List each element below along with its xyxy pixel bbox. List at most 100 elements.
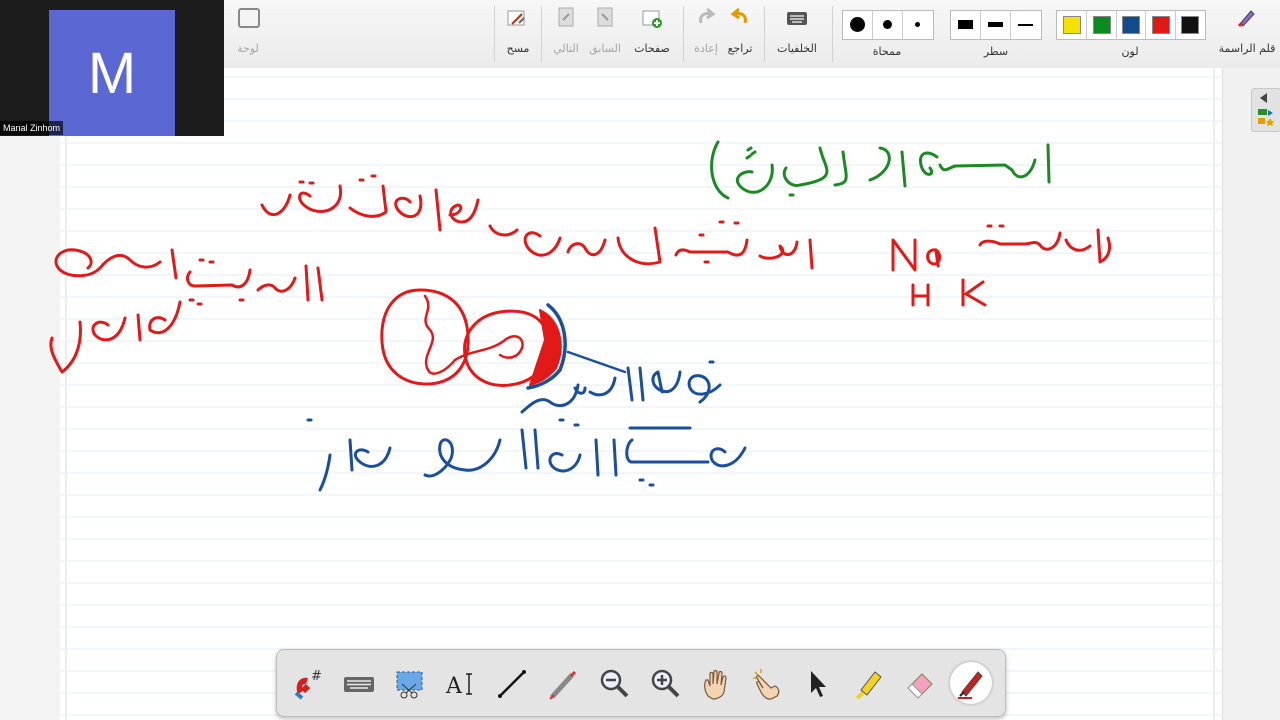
eraser-size-group bbox=[842, 10, 934, 40]
text-tool-icon: A bbox=[445, 673, 472, 699]
participant-name: Manal Zinhom bbox=[0, 121, 64, 135]
line-size-medium[interactable] bbox=[981, 11, 1011, 39]
color-swatch[interactable] bbox=[1057, 11, 1087, 39]
color-chip bbox=[1122, 16, 1141, 34]
whiteboard-page[interactable] bbox=[60, 68, 1222, 720]
pen-label: قلم الراسمة bbox=[1218, 42, 1276, 55]
redo-icon bbox=[699, 7, 716, 24]
side-panel bbox=[1222, 68, 1280, 720]
laser-pointer-button[interactable] bbox=[545, 666, 581, 702]
line-tool-icon bbox=[498, 670, 526, 698]
avatar-initial: M bbox=[87, 40, 137, 106]
backgrounds-label: الخلفيات bbox=[777, 42, 817, 55]
dot-medium-icon bbox=[883, 20, 892, 29]
zoom-in-button[interactable] bbox=[647, 666, 683, 702]
hand-icon bbox=[704, 669, 727, 700]
magnet-grid-button[interactable]: # bbox=[290, 666, 326, 702]
clear-page-icon bbox=[507, 10, 525, 26]
pointing-finger-icon bbox=[753, 669, 780, 700]
clear-label: مسح bbox=[506, 42, 530, 55]
prev-page-button[interactable]: السابق bbox=[587, 0, 623, 68]
line-thin-icon bbox=[1018, 24, 1033, 26]
dot-small-icon bbox=[915, 22, 920, 27]
toolbar-divider bbox=[494, 6, 495, 62]
highlighter-icon bbox=[855, 671, 882, 700]
laser-pointer-icon bbox=[549, 670, 577, 700]
color-chip bbox=[1092, 16, 1111, 34]
board-label: لوحة bbox=[237, 42, 259, 55]
text-tool-button[interactable]: A bbox=[443, 666, 479, 702]
backgrounds-button[interactable]: الخلفيات bbox=[770, 0, 824, 68]
media-shapes-icon bbox=[1258, 109, 1275, 127]
redo-label: إعادة bbox=[694, 42, 718, 55]
color-swatch[interactable] bbox=[1175, 11, 1204, 39]
pen-icon bbox=[958, 671, 983, 699]
undo-button[interactable]: تراجع bbox=[722, 0, 758, 68]
screen-capture-icon bbox=[396, 671, 423, 699]
next-page-label: التالي bbox=[553, 42, 579, 55]
eraser-size-medium[interactable] bbox=[873, 11, 903, 39]
line-size-group bbox=[950, 10, 1042, 40]
toolbar-divider bbox=[541, 6, 542, 62]
board-button[interactable]: لوحة bbox=[228, 0, 268, 68]
color-chip bbox=[1181, 16, 1200, 34]
svg-text:A: A bbox=[445, 674, 463, 699]
toolbar-divider bbox=[683, 6, 684, 62]
redo-button[interactable]: إعادة bbox=[688, 0, 724, 68]
avatar: M bbox=[49, 10, 175, 136]
webcam-tile[interactable]: M Manal Zinhom bbox=[0, 0, 224, 136]
color-chip bbox=[1063, 16, 1081, 34]
select-arrow-button[interactable] bbox=[800, 666, 836, 702]
line-size-thick[interactable] bbox=[951, 11, 981, 39]
keyboard-icon bbox=[344, 677, 374, 692]
magnet-icon: # bbox=[294, 669, 322, 700]
eraser-button[interactable] bbox=[902, 666, 938, 702]
color-swatch[interactable] bbox=[1146, 11, 1176, 39]
keyboard-background-icon bbox=[787, 12, 807, 25]
undo-label: تراجع bbox=[727, 42, 753, 55]
board-icon bbox=[238, 8, 260, 28]
next-page-button[interactable]: التالي bbox=[548, 0, 584, 68]
bottom-toolbar: # A bbox=[276, 649, 1006, 717]
color-swatch[interactable] bbox=[1087, 11, 1117, 39]
zoom-in-icon bbox=[651, 669, 680, 698]
eraser-icon bbox=[907, 673, 933, 699]
eraser-label: ممحاة bbox=[872, 45, 902, 58]
line-thick-icon bbox=[958, 20, 973, 29]
touch-select-button[interactable] bbox=[749, 666, 785, 702]
collapse-arrow-icon bbox=[1260, 93, 1267, 103]
pan-hand-button[interactable] bbox=[698, 666, 734, 702]
zoom-out-button[interactable] bbox=[596, 666, 632, 702]
line-tool-button[interactable] bbox=[494, 666, 530, 702]
pen-button[interactable]: قلم الراسمة bbox=[1214, 0, 1280, 68]
screen-capture-button[interactable] bbox=[392, 666, 428, 702]
pen-tool-button[interactable] bbox=[950, 662, 992, 704]
color-swatch[interactable] bbox=[1116, 11, 1147, 39]
toolbar-divider bbox=[832, 6, 833, 62]
color-group bbox=[1056, 10, 1206, 40]
undo-icon bbox=[730, 7, 747, 24]
dot-large-icon bbox=[850, 17, 865, 32]
arrow-cursor-icon bbox=[811, 671, 826, 697]
line-size-thin[interactable] bbox=[1011, 11, 1040, 39]
side-panel-toggle[interactable] bbox=[1251, 88, 1280, 132]
zoom-out-icon bbox=[600, 669, 629, 698]
toolbar-divider bbox=[764, 6, 765, 62]
pages-label: صفحات bbox=[634, 42, 670, 55]
pages-button[interactable]: صفحات bbox=[630, 0, 674, 68]
color-label: لون bbox=[1121, 45, 1139, 58]
line-label: سطر bbox=[983, 45, 1009, 58]
ruled-lines bbox=[60, 68, 1222, 720]
color-chip bbox=[1151, 16, 1170, 34]
prev-page-label: السابق bbox=[589, 42, 621, 55]
svg-text:#: # bbox=[311, 669, 322, 684]
keyboard-button[interactable] bbox=[341, 666, 377, 702]
next-page-icon bbox=[558, 7, 574, 27]
add-page-icon bbox=[642, 10, 662, 28]
eraser-size-large[interactable] bbox=[843, 11, 873, 39]
highlighter-button[interactable] bbox=[851, 666, 887, 702]
prev-page-icon bbox=[597, 7, 613, 27]
eraser-size-small[interactable] bbox=[903, 11, 932, 39]
highlighter-pen-icon bbox=[1237, 10, 1255, 28]
clear-button[interactable]: مسح bbox=[500, 0, 536, 68]
